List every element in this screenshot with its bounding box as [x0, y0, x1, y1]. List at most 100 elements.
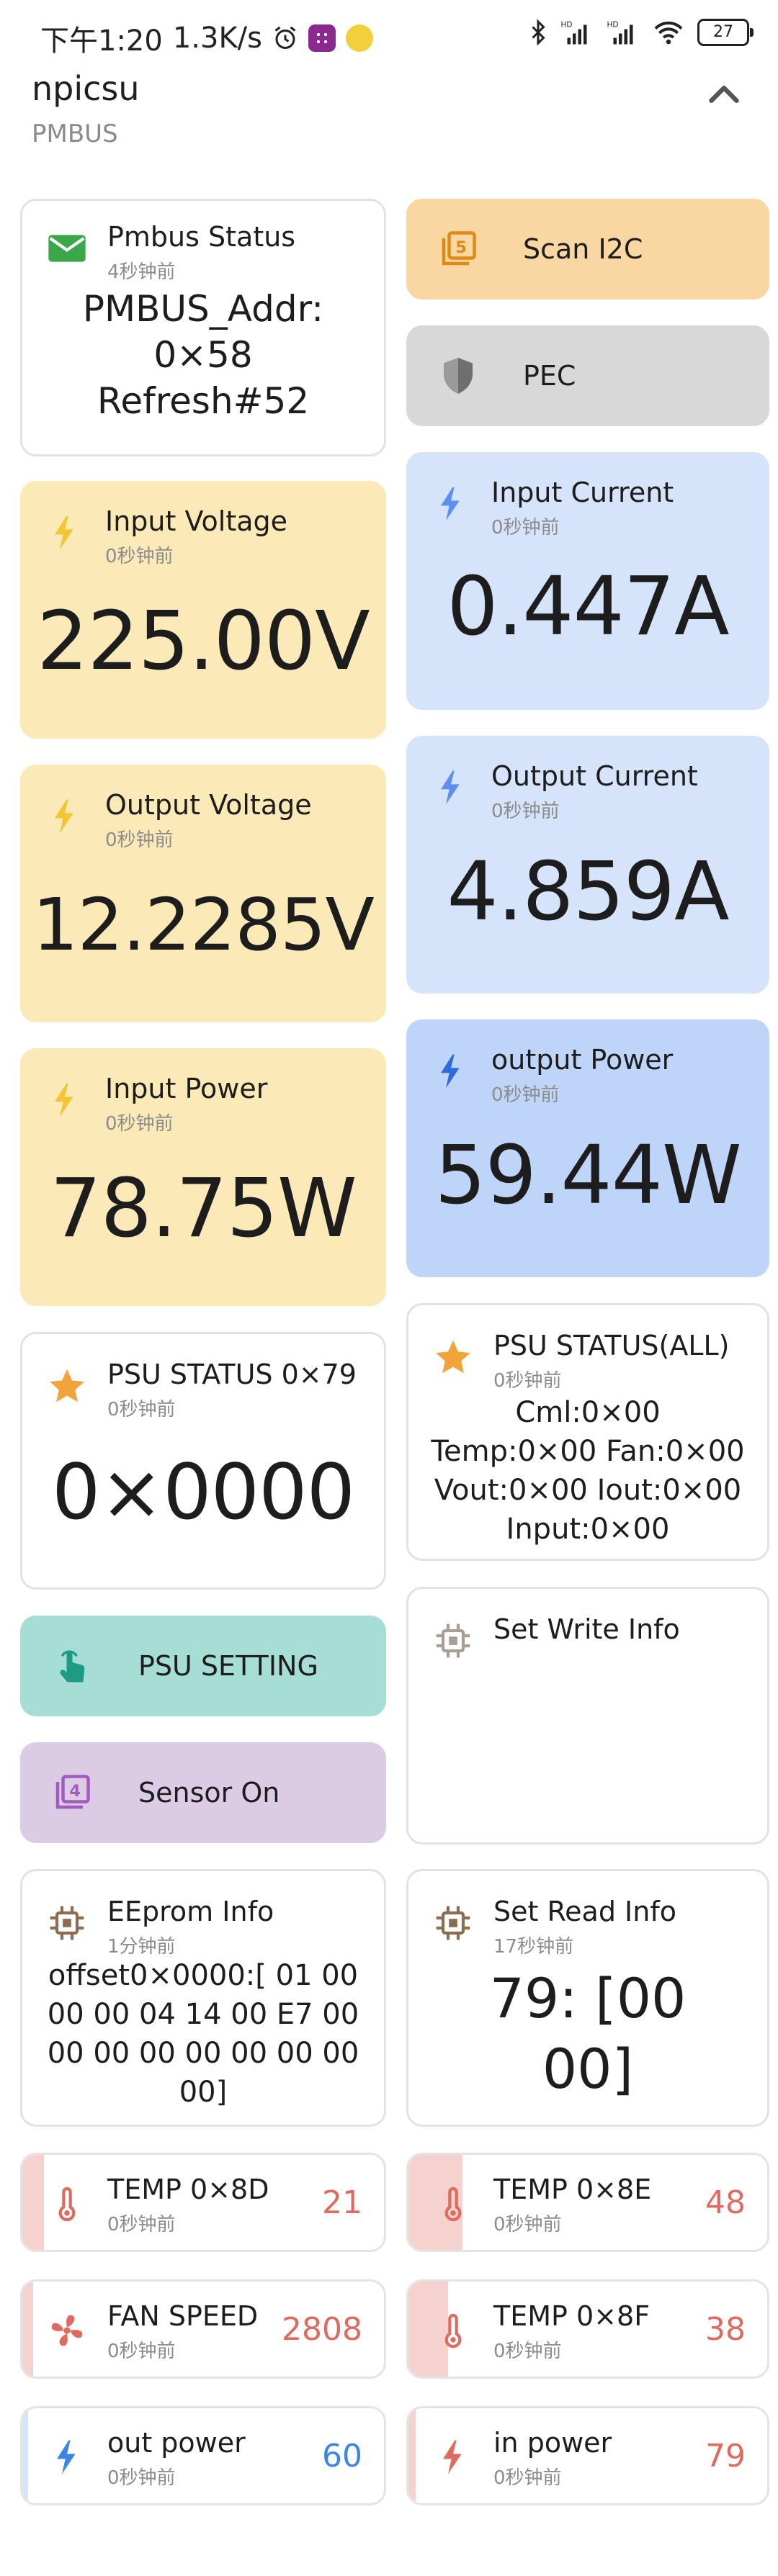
card-title: Input Current [491, 477, 674, 508]
set-read-info-card[interactable]: Set Read Info 17秒钟前 79: [00 00] [406, 1869, 769, 2127]
input-current-card[interactable]: Input Current 0秒钟前 0.447A [406, 452, 769, 710]
psu-status-value: 0×0000 [51, 1448, 355, 1536]
sensor-time: 0秒钟前 [493, 2214, 562, 2235]
card-title: Input Power [105, 1073, 268, 1104]
pec-button[interactable]: PEC [406, 325, 769, 426]
card-time: 0秒钟前 [105, 546, 174, 567]
sensor-value: 60 [322, 2437, 362, 2474]
sensor-level-fill [22, 2282, 33, 2377]
psu-setting-button[interactable]: PSU SETTING [20, 1616, 386, 1716]
set-read-info-value: 79: [00 00] [408, 1963, 767, 2104]
card-time: 17秒钟前 [493, 1936, 574, 1958]
value-line: Refresh#52 [97, 380, 310, 422]
bolt-icon [55, 799, 73, 834]
input-voltage-card[interactable]: Input Voltage 0秒钟前 225.00V [20, 481, 386, 739]
card-time: 0秒钟前 [491, 1084, 560, 1106]
sensor-title: out power [107, 2427, 246, 2459]
bolt-icon [443, 2440, 462, 2474]
output-power-value: 59.44W [434, 1129, 741, 1222]
sensor-time: 0秒钟前 [107, 2341, 176, 2362]
bolt-icon [441, 487, 460, 521]
sensor-in-power[interactable]: in power 0秒钟前 79 [406, 2406, 769, 2505]
sensor-time: 0秒钟前 [107, 2214, 176, 2235]
value-line: 00 00 04 14 00 E7 00 [47, 1998, 359, 2031]
psu-status-all-value: Cml:0×00 Temp:0×00 Fan:0×00 Vout:0×00 Io… [408, 1393, 767, 1549]
status-time: 下午1:20 [40, 24, 163, 58]
sensor-level-fill [22, 2155, 44, 2250]
card-title: Output Voltage [105, 789, 312, 821]
alarm-icon [274, 26, 296, 49]
input-current-value: 0.447A [447, 560, 729, 654]
chip-icon [436, 1623, 470, 1658]
network-speed: 1.3K/s [172, 22, 262, 55]
chevron-up-icon[interactable] [699, 69, 749, 120]
sensor-on-button[interactable]: 4 Sensor On [20, 1742, 386, 1843]
bluetooth-icon [532, 19, 545, 45]
stack-4-icon: 4 [55, 1775, 90, 1809]
pmbus-status-card[interactable]: Pmbus Status 4秒钟前 PMBUS_Addr: 0×58 Refre… [20, 199, 386, 456]
sensor-value: 48 [705, 2184, 746, 2221]
card-time: 1分钟前 [107, 1936, 176, 1958]
touch-icon [60, 1650, 85, 1683]
value-line: Temp:0×00 Fan:0×00 [431, 1435, 745, 1468]
stack-5-icon: 5 [442, 231, 476, 266]
battery-icon: 27 [697, 19, 754, 46]
chip-icon [436, 1906, 470, 1940]
card-title: output Power [491, 1044, 674, 1076]
sensor-title: TEMP 0×8E [493, 2174, 652, 2205]
sensor-fan-speed[interactable]: FAN SPEED 0秒钟前 2808 [20, 2279, 386, 2379]
value-line: 00] [179, 2076, 228, 2109]
sensor-title: FAN SPEED [107, 2300, 259, 2332]
value-line: PMBUS_Addr: [82, 288, 324, 330]
input-power-value: 78.75W [50, 1162, 357, 1256]
sensor-time: 0秒钟前 [493, 2341, 562, 2362]
card-title: Set Read Info [493, 1896, 676, 1927]
chip-icon [50, 1906, 84, 1940]
thermometer-icon [444, 2187, 462, 2222]
wifi-icon [654, 22, 683, 45]
eeprom-info-card[interactable]: EEprom Info 1分钟前 offset0×0000:[ 01 00 00… [20, 1869, 386, 2127]
thermometer-icon [58, 2187, 76, 2222]
card-title: PSU STATUS 0×79 [107, 1359, 357, 1390]
svg-text:4: 4 [69, 1782, 81, 1801]
input-voltage-value: 225.00V [37, 595, 370, 688]
output-voltage-card[interactable]: Output Voltage 0秒钟前 12.2285V [20, 765, 386, 1022]
output-power-card[interactable]: output Power 0秒钟前 59.44W [406, 1019, 769, 1277]
card-title: Pmbus Status [107, 221, 296, 253]
sensor-temp-8e[interactable]: TEMP 0×8E 0秒钟前 48 [406, 2153, 769, 2252]
app-icon [308, 24, 336, 52]
input-power-card[interactable]: Input Power 0秒钟前 78.75W [20, 1048, 386, 1306]
scan-i2c-button[interactable]: 5 Scan I2C [406, 199, 769, 300]
sensor-value: 38 [705, 2310, 746, 2348]
value-line: offset0×0000:[ 01 00 [48, 1959, 359, 1992]
button-label: Sensor On [138, 1777, 280, 1809]
card-title: Input Voltage [105, 505, 288, 537]
card-time: 0秒钟前 [105, 829, 174, 851]
cat-icon [346, 24, 373, 52]
sensor-title: TEMP 0×8F [493, 2300, 650, 2332]
value-line: Vout:0×00 Iout:0×00 [434, 1474, 742, 1507]
sensor-out-power[interactable]: out power 0秒钟前 60 [20, 2406, 386, 2505]
sensor-level-fill [22, 2408, 28, 2503]
sensor-temp-8f[interactable]: TEMP 0×8F 0秒钟前 38 [406, 2279, 769, 2379]
sensor-title: in power [493, 2427, 612, 2459]
card-title: EEprom Info [107, 1896, 274, 1927]
bolt-icon [57, 2440, 76, 2474]
output-voltage-value: 12.2285V [32, 883, 375, 967]
bolt-icon [55, 1083, 73, 1117]
output-current-value: 4.859A [447, 845, 729, 939]
psu-status-all-card[interactable]: PSU STATUS(ALL) 0秒钟前 Cml:0×00 Temp:0×00 … [406, 1303, 769, 1561]
value-line: 79: [00 [489, 1966, 687, 2030]
star-icon [436, 1340, 470, 1374]
bolt-icon [441, 770, 460, 805]
sensor-time: 0秒钟前 [107, 2467, 176, 2489]
sensor-time: 0秒钟前 [493, 2467, 562, 2489]
sensor-title: TEMP 0×8D [107, 2174, 269, 2205]
bolt-icon [55, 515, 73, 550]
sensor-value: 21 [322, 2184, 362, 2221]
fan-icon [51, 2315, 83, 2346]
sensor-temp-8d[interactable]: TEMP 0×8D 0秒钟前 21 [20, 2153, 386, 2252]
set-write-info-card[interactable]: Set Write Info [406, 1587, 769, 1845]
psu-status-card[interactable]: PSU STATUS 0×79 0秒钟前 0×0000 [20, 1332, 386, 1590]
output-current-card[interactable]: Output Current 0秒钟前 4.859A [406, 736, 769, 994]
